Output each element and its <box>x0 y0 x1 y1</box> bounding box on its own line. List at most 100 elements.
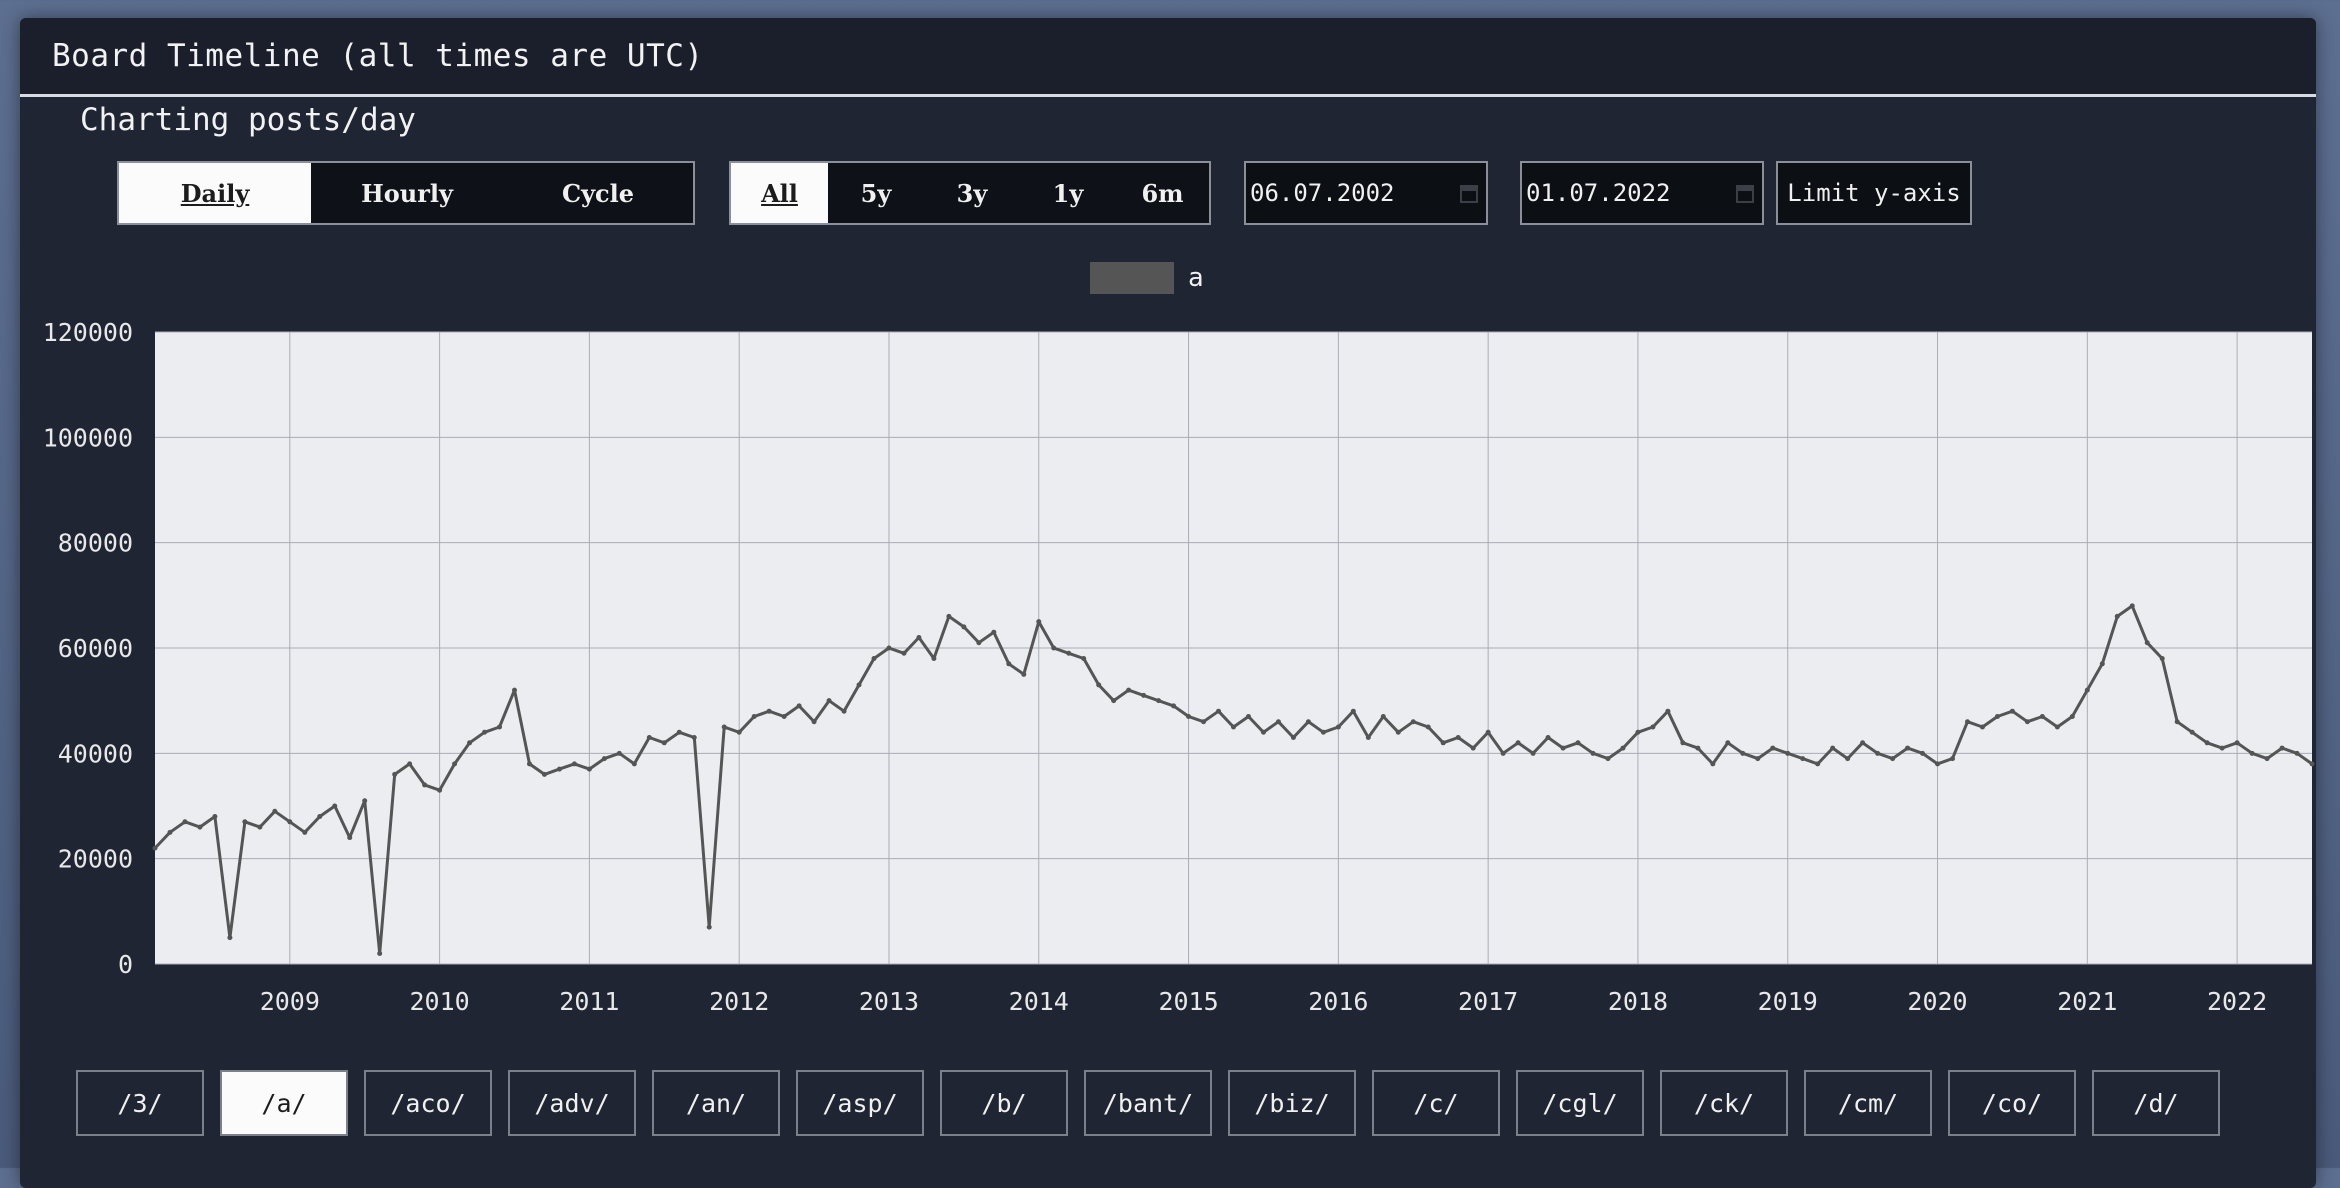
data-point <box>1740 750 1746 756</box>
data-point <box>1620 745 1626 751</box>
data-point <box>2024 719 2030 725</box>
board-button-adv[interactable]: /adv/ <box>508 1070 636 1136</box>
data-point <box>916 634 922 640</box>
x-tick-label: 2021 <box>2057 987 2117 1016</box>
data-point <box>1875 750 1881 756</box>
data-point <box>197 824 203 830</box>
data-point <box>242 819 248 825</box>
data-point <box>2249 750 2255 756</box>
x-tick-label: 2010 <box>409 987 469 1016</box>
data-point <box>1051 645 1057 651</box>
data-point <box>287 819 293 825</box>
data-point <box>1081 656 1087 662</box>
data-point <box>1770 745 1776 751</box>
data-point <box>991 629 997 635</box>
board-button-biz[interactable]: /biz/ <box>1228 1070 1356 1136</box>
y-tick-label: 40000 <box>58 739 133 768</box>
data-point <box>676 729 682 735</box>
board-button-a[interactable]: /a/ <box>220 1070 348 1136</box>
data-point <box>901 650 907 656</box>
data-point <box>2279 745 2285 751</box>
data-point <box>1231 724 1236 730</box>
data-point <box>1605 756 1611 762</box>
data-point <box>1800 756 1806 762</box>
data-point <box>811 719 817 725</box>
posts-chart[interactable]: 0 20000 40000 60000 80000 100000 120000 2009 201… <box>0 0 2340 1060</box>
data-point <box>182 819 188 825</box>
data-point <box>781 713 787 719</box>
data-point <box>796 703 802 709</box>
x-tick-label: 2022 <box>2207 987 2267 1016</box>
board-button-an[interactable]: /an/ <box>652 1070 780 1136</box>
data-point <box>1575 740 1581 746</box>
data-point <box>541 771 547 777</box>
data-point <box>1830 745 1836 751</box>
y-tick-label: 80000 <box>58 529 133 558</box>
x-tick-label: 2009 <box>260 987 320 1016</box>
board-button-ck[interactable]: /ck/ <box>1660 1070 1788 1136</box>
y-tick-label: 0 <box>118 950 133 979</box>
board-button-c[interactable]: /c/ <box>1372 1070 1500 1136</box>
x-tick-label: 2017 <box>1458 987 1518 1016</box>
x-tick-label: 2015 <box>1158 987 1218 1016</box>
data-point <box>1365 735 1371 741</box>
board-button-bant[interactable]: /bant/ <box>1084 1070 1212 1136</box>
data-point <box>1201 719 1207 725</box>
data-point <box>1545 735 1551 741</box>
data-point <box>512 687 517 693</box>
data-point <box>437 787 443 793</box>
data-point <box>317 814 323 820</box>
data-point <box>1410 719 1416 725</box>
data-point <box>1635 729 1641 735</box>
data-point <box>2114 613 2120 619</box>
data-point <box>1815 761 1821 767</box>
board-button-d[interactable]: /d/ <box>2092 1070 2220 1136</box>
board-button-3[interactable]: /3/ <box>76 1070 204 1136</box>
data-point <box>392 771 398 777</box>
data-point <box>1470 745 1476 751</box>
board-button-cm[interactable]: /cm/ <box>1804 1070 1932 1136</box>
data-point <box>766 708 772 714</box>
data-point <box>646 735 652 741</box>
data-point <box>1785 750 1791 756</box>
data-point <box>2204 740 2210 746</box>
data-point <box>1905 745 1911 751</box>
data-point <box>631 761 637 767</box>
data-point <box>482 729 488 735</box>
x-tick-label: 2013 <box>859 987 919 1016</box>
board-button-asp[interactable]: /asp/ <box>796 1070 924 1136</box>
board-button-co[interactable]: /co/ <box>1948 1070 2076 1136</box>
data-point <box>2039 713 2045 719</box>
data-point <box>2099 661 2105 667</box>
data-point <box>1560 745 1566 751</box>
x-tick-label: 2018 <box>1608 987 1668 1016</box>
data-point <box>467 740 473 746</box>
data-point <box>1964 719 1970 725</box>
board-button-aco[interactable]: /aco/ <box>364 1070 492 1136</box>
board-button-cgl[interactable]: /cgl/ <box>1516 1070 1644 1136</box>
data-point <box>1845 756 1851 762</box>
data-point <box>1171 703 1177 709</box>
data-point <box>422 782 428 788</box>
data-point <box>1935 761 1941 767</box>
board-button-b[interactable]: /b/ <box>940 1070 1068 1136</box>
data-point <box>1111 698 1117 704</box>
data-point <box>1500 750 1506 756</box>
data-point <box>1186 713 1192 719</box>
data-point <box>2054 724 2060 730</box>
board-list: /3/ /a/ /aco/ /adv/ /an/ /asp/ /b/ /bant… <box>76 1070 2236 1136</box>
data-point <box>1590 750 1596 756</box>
x-tick-label: 2016 <box>1308 987 1368 1016</box>
data-point <box>751 713 757 719</box>
data-point <box>212 814 218 820</box>
data-point <box>1485 729 1491 735</box>
data-point <box>1440 740 1446 746</box>
data-point <box>1350 708 1356 714</box>
data-point <box>886 645 892 651</box>
data-point <box>1890 756 1896 762</box>
data-point <box>452 761 458 767</box>
y-tick-label: 120000 <box>43 318 133 347</box>
data-point <box>2189 729 2195 735</box>
data-point <box>691 735 697 741</box>
data-point <box>1695 745 1701 751</box>
